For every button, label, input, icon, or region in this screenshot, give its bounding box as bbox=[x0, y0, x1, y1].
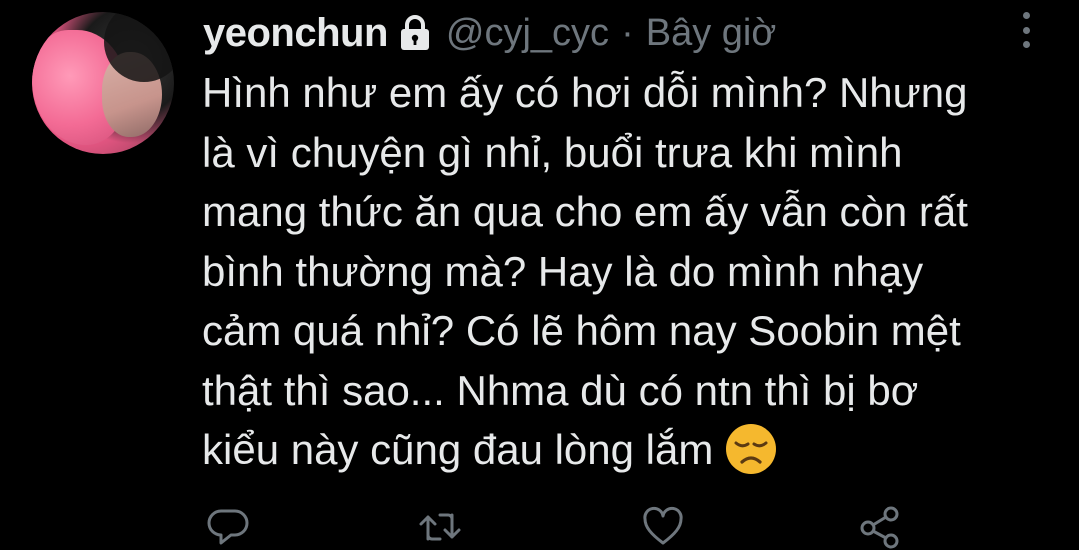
more-vertical-icon[interactable] bbox=[1012, 10, 1040, 50]
tweet-text-line: Hình như em ấy có hơi dỗi mình? Nhưng bbox=[202, 69, 968, 116]
share-icon[interactable] bbox=[858, 505, 902, 549]
tweet-header: yeonchun @cyj_cyc · Bây giờ bbox=[203, 6, 776, 60]
more-dot bbox=[1022, 41, 1030, 48]
author-name[interactable]: yeonchun bbox=[203, 11, 388, 56]
tweet-text-line: bình thường mà? Hay là do mình nhạy bbox=[202, 247, 924, 295]
tweet-text-last: kiểu này cũng đau lòng lắm bbox=[202, 426, 714, 473]
tweet-text-line-last: kiểu này cũng đau lòng lắm bbox=[202, 420, 1062, 480]
more-dot bbox=[1022, 12, 1030, 19]
avatar[interactable] bbox=[32, 12, 174, 154]
tweet-text-line: là vì chuyện gì nhỉ, buổi trưa khi mình bbox=[202, 128, 903, 176]
reply-icon[interactable] bbox=[207, 505, 251, 549]
retweet-icon[interactable] bbox=[418, 505, 462, 549]
tweet-actions bbox=[0, 500, 1079, 550]
lock-icon bbox=[400, 15, 429, 50]
tweet-body: Hình như em ấy có hơi dỗi mình? Nhưng là… bbox=[202, 63, 1062, 480]
tweet-text-line: thật thì sao... Nhma dù có ntn thì bị bơ bbox=[202, 366, 919, 414]
separator-dot: · bbox=[621, 11, 634, 54]
tweet-text-line: mang thức ăn qua cho em ấy vẫn còn rất bbox=[202, 188, 968, 235]
more-dot bbox=[1022, 26, 1030, 34]
tweet-text-line: cảm quá nhỉ? Có lẽ hôm nay Soobin mệt bbox=[202, 307, 961, 354]
author-handle[interactable]: @cyj_cyc bbox=[446, 12, 609, 55]
timestamp[interactable]: Bây giờ bbox=[646, 12, 777, 55]
disappointed-face-emoji-icon bbox=[726, 423, 777, 474]
like-icon[interactable] bbox=[641, 505, 685, 549]
tweet[interactable]: yeonchun @cyj_cyc · Bây giờ Hình như em … bbox=[0, 0, 1079, 550]
